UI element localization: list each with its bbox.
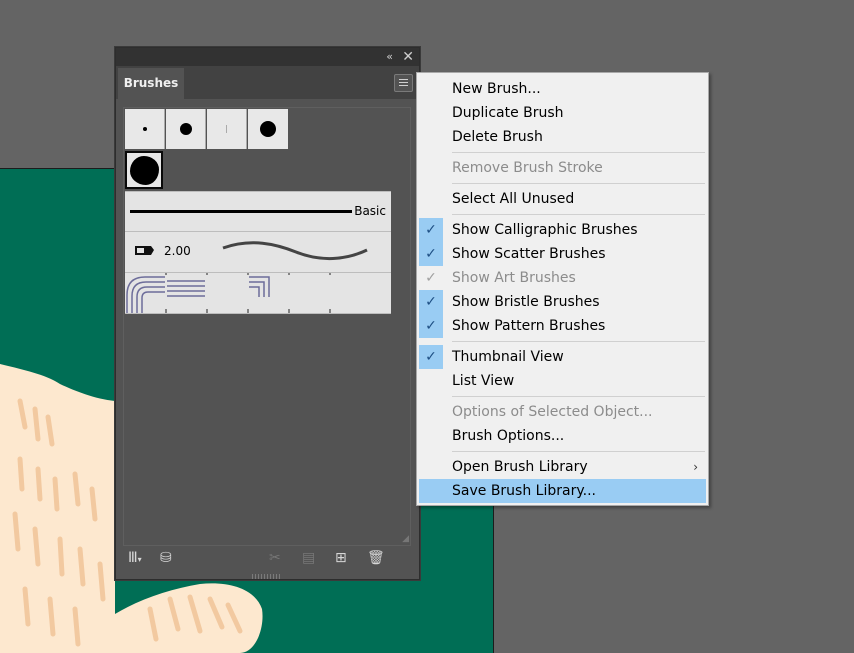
brush-thumbnail-thin-line[interactable]	[207, 109, 247, 149]
menu-item-thumbnail-view[interactable]: ✓ Thumbnail View	[417, 345, 708, 369]
panel-tab-strip: Brushes	[116, 66, 419, 99]
menu-item-show-calligraphic[interactable]: ✓ Show Calligraphic Brushes	[417, 218, 708, 242]
brush-thumbnail-medium-dot[interactable]	[166, 109, 206, 149]
brush-thumbnail-large-dot[interactable]	[248, 109, 288, 149]
panel-bottom-toolbar: Ⅲ▾ ⛁ ✂ ▤ ⊞ 🗑	[116, 545, 419, 571]
brush-row-pattern[interactable]	[125, 272, 391, 314]
menu-item-show-bristle[interactable]: ✓ Show Bristle Brushes	[417, 290, 708, 314]
menu-separator	[452, 451, 705, 452]
submenu-arrow-icon: ›	[693, 460, 698, 474]
brush-thumbnail-small-dot[interactable]	[125, 109, 165, 149]
brush-list: Basic 2.00 ◢	[123, 107, 411, 546]
tab-brushes[interactable]: Brushes	[118, 68, 184, 99]
menu-item-show-art[interactable]: ✓ Show Art Brushes	[417, 266, 708, 290]
brush-libraries-menu-icon[interactable]: Ⅲ▾	[128, 549, 142, 569]
checkmark-icon: ✓	[419, 314, 443, 338]
menu-item-delete-brush[interactable]: Delete Brush	[417, 125, 708, 149]
panel-resize-grip[interactable]	[252, 574, 280, 579]
brushes-panel-menu: New Brush... Duplicate Brush Delete Brus…	[416, 72, 709, 506]
checkmark-icon: ✓	[425, 270, 437, 286]
options-of-selected-object-icon[interactable]: ▤	[302, 549, 315, 567]
delete-brush-icon[interactable]: 🗑	[367, 549, 385, 567]
menu-separator	[452, 341, 705, 342]
menu-item-brush-options[interactable]: Brush Options...	[417, 424, 708, 448]
menu-item-show-pattern[interactable]: ✓ Show Pattern Brushes	[417, 314, 708, 338]
panel-title-bar[interactable]: « ✕	[116, 48, 419, 66]
basic-brush-label: Basic	[354, 204, 386, 218]
menu-item-save-brush-library[interactable]: Save Brush Library...	[419, 479, 706, 503]
menu-separator	[452, 152, 705, 153]
menu-item-new-brush[interactable]: New Brush...	[417, 77, 708, 101]
checkmark-icon: ✓	[419, 290, 443, 314]
menu-item-options-selected-object[interactable]: Options of Selected Object...	[417, 400, 708, 424]
close-icon[interactable]: ✕	[402, 48, 414, 66]
resize-corner-icon[interactable]: ◢	[402, 534, 409, 544]
menu-separator	[452, 183, 705, 184]
checkmark-icon: ✓	[419, 242, 443, 266]
menu-item-show-scatter[interactable]: ✓ Show Scatter Brushes	[417, 242, 708, 266]
menu-item-list-view[interactable]: List View	[417, 369, 708, 393]
menu-separator	[452, 396, 705, 397]
menu-separator	[452, 214, 705, 215]
menu-item-duplicate-brush[interactable]: Duplicate Brush	[417, 101, 708, 125]
double-chevron-left-icon[interactable]: «	[386, 49, 393, 65]
calligraphic-stroke-preview	[222, 241, 368, 261]
menu-item-open-brush-library[interactable]: Open Brush Library ›	[417, 455, 708, 479]
basic-stroke-preview	[130, 210, 352, 213]
menu-item-remove-brush-stroke[interactable]: Remove Brush Stroke	[417, 156, 708, 180]
brush-row-basic[interactable]: Basic	[125, 191, 391, 231]
calligraphic-brush-icon	[135, 246, 154, 255]
panel-menu-icon[interactable]	[394, 74, 413, 92]
pattern-brush-preview	[126, 273, 331, 313]
libraries-panel-icon[interactable]: ⛁	[160, 549, 172, 567]
checkmark-icon: ✓	[419, 218, 443, 242]
brushes-panel: « ✕ Brushes Basic 2.00 ◢ Ⅲ▾ ⛁ ✂ ▤ ⊞ 🗑	[115, 47, 420, 580]
new-brush-icon[interactable]: ⊞	[335, 549, 347, 567]
checkmark-icon: ✓	[419, 345, 443, 369]
brush-thumbnail-bristle-selected[interactable]	[125, 151, 163, 189]
calligraphic-size-value: 2.00	[164, 244, 191, 258]
remove-brush-stroke-icon[interactable]: ✂	[269, 549, 281, 567]
brush-row-calligraphic[interactable]: 2.00	[125, 231, 391, 272]
menu-item-select-all-unused[interactable]: Select All Unused	[417, 187, 708, 211]
